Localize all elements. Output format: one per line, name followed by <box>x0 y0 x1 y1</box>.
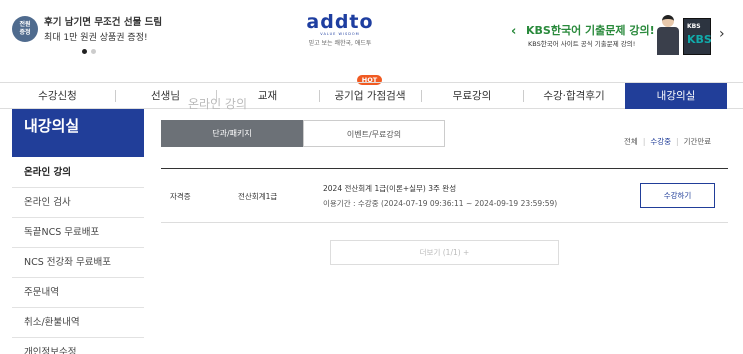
book-label-small: KBS <box>687 23 701 30</box>
promo-text: 후기 남기면 무조건 선물 드림 최대 1만 원권 상품권 증정! <box>44 14 162 43</box>
sidebar-menu: 온라인 강의 온라인 검사 독끝NCS 무료배포 NCS 전강좌 무료배포 주문… <box>12 158 144 354</box>
logo-wordmark: addto <box>306 11 374 33</box>
filter-in-progress[interactable]: 수강중 <box>650 137 671 146</box>
promo-badge: 전원 증정 <box>12 15 38 42</box>
book-cover-image: KBS KBS <box>683 18 712 55</box>
promo-left[interactable]: 전원 증정 후기 남기면 무조건 선물 드림 최대 1만 원권 상품권 증정! <box>12 14 162 43</box>
course-period: 이용기간 : 수강중 (2024-07-19 09:36:11 ~ 2024-0… <box>323 199 558 208</box>
start-lecture-button[interactable]: 수강하기 <box>640 183 715 208</box>
promo-prev-icon[interactable]: ‹ <box>511 24 516 39</box>
load-more-button[interactable]: 더보기 (1/1) + <box>330 240 559 265</box>
tab-event-free[interactable]: 이벤트/무료강의 <box>303 120 445 147</box>
book-label-large: KBS <box>687 33 712 46</box>
carousel-dots <box>82 49 96 54</box>
carousel-dot-2[interactable] <box>91 49 96 54</box>
sidebar-item-ncs-all-free[interactable]: NCS 전강좌 무료배포 <box>12 248 144 278</box>
sidebar-item-orders[interactable]: 주문내역 <box>12 278 144 308</box>
course-title: 2024 전산회계 1급(이론+실무) 3주 완성 <box>323 184 457 193</box>
nav-item-my-classroom[interactable]: 내강의실 <box>625 83 727 109</box>
promo-right-title[interactable]: KBS한국어 기출문제 강의! <box>526 22 655 38</box>
site-logo[interactable]: addto VALUE WISDOM 믿고 보는 쾌한국, 애드투 <box>302 12 378 47</box>
page-heading-hidden: 온라인 강의 <box>188 98 248 111</box>
sidebar-item-profile[interactable]: 개인정보수정 <box>12 338 144 354</box>
promo-right-subtitle: KBS한국어 사이트 공식 기출문제 강의! <box>528 40 636 48</box>
sidebar-item-online-lectures[interactable]: 온라인 강의 <box>12 158 144 188</box>
filter-all[interactable]: 전체 <box>624 137 638 146</box>
main-nav: 수강신청 선생님 교재 공기업 가점검색 무료강의 수강·합격후기 내강의실 <box>0 82 743 109</box>
list-top-border <box>161 168 728 169</box>
logo-tagline: 믿고 보는 쾌한국, 애드투 <box>308 40 372 47</box>
nav-item-reviews[interactable]: 수강·합격후기 <box>523 83 625 109</box>
course-category: 자격증 <box>170 192 191 201</box>
nav-item-enroll[interactable]: 수강신청 <box>0 83 115 109</box>
top-banner: 전원 증정 후기 남기면 무조건 선물 드림 최대 1만 원권 상품권 증정! … <box>0 0 743 80</box>
promo-line1: 후기 남기면 무조건 선물 드림 <box>44 17 163 28</box>
nav-item-free-lectures[interactable]: 무료강의 <box>421 83 523 109</box>
sidebar-header: 내강의실 <box>12 109 144 157</box>
instructor-image <box>655 15 681 55</box>
sidebar-item-ncs-free[interactable]: 독끝NCS 무료배포 <box>12 218 144 248</box>
promo-line2: 최대 1만 원권 상품권 증정! <box>44 33 148 43</box>
sidebar-title: 내강의실 <box>24 117 80 135</box>
carousel-dot-1[interactable] <box>82 49 87 54</box>
promo-next-icon[interactable]: › <box>719 26 725 42</box>
course-subject: 전산회계1급 <box>238 192 278 201</box>
list-bottom-border <box>161 222 728 223</box>
status-filters: 전체 | 수강중 | 기간만료 <box>624 137 712 146</box>
sidebar-item-online-test[interactable]: 온라인 검사 <box>12 188 144 218</box>
filter-expired[interactable]: 기간만료 <box>684 137 712 146</box>
tab-single-package[interactable]: 단과/패키지 <box>161 120 303 147</box>
nav-item-bonus-search[interactable]: 공기업 가점검색 <box>319 83 421 109</box>
sidebar-item-refunds[interactable]: 취소/환불내역 <box>12 308 144 338</box>
